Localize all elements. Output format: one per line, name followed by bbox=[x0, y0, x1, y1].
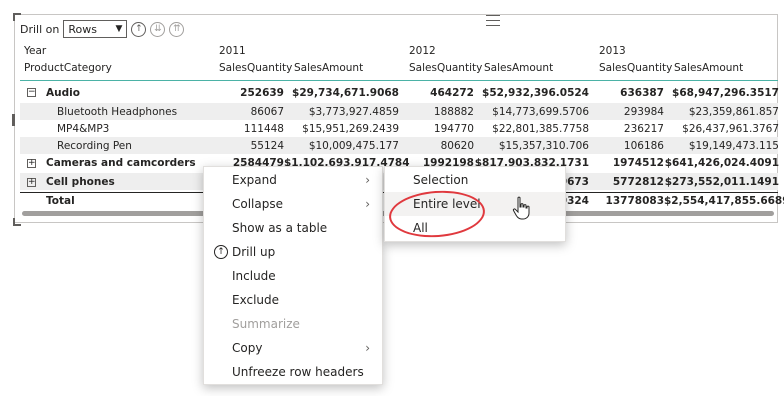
table-cell: 106186 bbox=[623, 140, 664, 152]
table-cell: $14,773,699.5706 bbox=[492, 106, 589, 118]
menu-item-label: Show as a table bbox=[232, 221, 328, 235]
menu-item-exclude[interactable]: Exclude bbox=[204, 288, 382, 312]
column-header-salesquantity[interactable]: SalesQuantity bbox=[219, 61, 292, 75]
table-cell: 252639 bbox=[240, 87, 284, 99]
menu-item-include[interactable]: Include bbox=[204, 264, 382, 288]
menu-item-label: Expand bbox=[232, 173, 277, 187]
table-cell: 188882 bbox=[433, 106, 474, 118]
drill-on-select[interactable]: Rows ▼ bbox=[63, 20, 128, 38]
menu-item-label: Include bbox=[232, 269, 276, 283]
menu-item-unfreeze-row-headers[interactable]: Unfreeze row headers bbox=[204, 360, 382, 384]
table-cell: 194770 bbox=[433, 123, 474, 135]
table-cell: 636387 bbox=[620, 87, 664, 99]
table-cell: 464272 bbox=[430, 87, 474, 99]
chevron-right-icon: › bbox=[365, 341, 370, 355]
table-cell: 236217 bbox=[623, 123, 664, 135]
menu-item-label: Copy bbox=[232, 341, 263, 355]
drill-toolbar: Drill on Rows ▼ ↑ ⇊ ⇈ bbox=[20, 19, 185, 39]
table-cell: $29,734,671.9068 bbox=[292, 87, 399, 99]
collapse-icon[interactable]: − bbox=[27, 88, 36, 97]
resize-handle-left[interactable] bbox=[12, 114, 15, 126]
column-header-salesquantity[interactable]: SalesQuantity bbox=[599, 61, 672, 75]
submenu-item-selection[interactable]: Selection bbox=[385, 168, 565, 192]
row-header-productcategory: ProductCategory bbox=[24, 62, 112, 74]
row-label-bluetooth-headphones[interactable]: Bluetooth Headphones bbox=[57, 105, 177, 119]
menu-item-label: Selection bbox=[413, 173, 469, 187]
chevron-down-icon: ▼ bbox=[115, 24, 123, 34]
drill-up-icon: ↑ bbox=[214, 245, 228, 259]
table-cell: $52,932,396.0524 bbox=[482, 87, 589, 99]
table-cell: $2,554,417,855.6689 bbox=[664, 195, 784, 207]
menu-item-label: Unfreeze row headers bbox=[232, 365, 364, 379]
year-header-2011[interactable]: 2011 bbox=[219, 44, 246, 58]
expand-icon[interactable]: + bbox=[27, 159, 36, 168]
chevron-right-icon: › bbox=[365, 173, 370, 187]
menu-item-collapse[interactable]: Collapse › bbox=[204, 192, 382, 216]
context-menu: Expand › Collapse › Show as a table ↑ Dr… bbox=[203, 166, 383, 385]
table-cell: 13778083 bbox=[605, 195, 664, 207]
table-cell: $23,359,861.857 bbox=[688, 106, 779, 118]
resize-handle-bottom-left[interactable] bbox=[13, 218, 21, 226]
table-cell: $19,149,473.115 bbox=[688, 140, 779, 152]
expand-icon[interactable]: + bbox=[27, 178, 36, 187]
menu-item-copy[interactable]: Copy › bbox=[204, 336, 382, 360]
column-header-year: Year bbox=[24, 45, 47, 57]
table-cell: $10,009,475.177 bbox=[308, 140, 399, 152]
table-cell: 111448 bbox=[243, 123, 284, 135]
row-label-audio[interactable]: Audio bbox=[46, 86, 80, 100]
table-cell: $68,947,296.3517 bbox=[672, 87, 779, 99]
expand-all-icon[interactable]: ⇈ bbox=[169, 21, 185, 37]
table-cell: $26,437,961.3767 bbox=[682, 123, 779, 135]
drill-down-icon[interactable]: ⇊ bbox=[150, 21, 166, 37]
row-label-cameras-and-camcorders[interactable]: Cameras and camcorders bbox=[46, 156, 196, 170]
table-cell: $641,426,024.4091 bbox=[664, 157, 779, 169]
menu-item-label: Exclude bbox=[232, 293, 280, 307]
header-divider bbox=[20, 80, 778, 81]
table-cell: $22,801,385.7758 bbox=[492, 123, 589, 135]
table-cell: 1974512 bbox=[612, 157, 664, 169]
menu-item-expand[interactable]: Expand › bbox=[204, 168, 382, 192]
table-cell: $273,552,011.1491 bbox=[664, 176, 779, 188]
menu-item-label: Summarize bbox=[232, 317, 300, 331]
menu-item-show-as-table[interactable]: Show as a table bbox=[204, 216, 382, 240]
drill-up-icon[interactable]: ↑ bbox=[131, 21, 147, 37]
year-header-2013[interactable]: 2013 bbox=[599, 44, 626, 58]
table-cell: $15,357,310.706 bbox=[498, 140, 589, 152]
table-cell: 5772812 bbox=[612, 176, 664, 188]
menu-item-drill-up[interactable]: ↑ Drill up bbox=[204, 240, 382, 264]
table-cell: 55124 bbox=[250, 140, 284, 152]
column-header-salesquantity[interactable]: SalesQuantity bbox=[409, 61, 482, 75]
table-cell: $3,773,927.4859 bbox=[308, 106, 399, 118]
menu-item-summarize: Summarize bbox=[204, 312, 382, 336]
row-label-mp4-mp3[interactable]: MP4&MP3 bbox=[57, 122, 109, 136]
menu-item-label: Collapse bbox=[232, 197, 283, 211]
menu-item-label: Drill up bbox=[232, 245, 276, 259]
column-header-salesamount[interactable]: SalesAmount bbox=[674, 61, 743, 75]
drill-on-value: Rows bbox=[68, 22, 97, 36]
chevron-right-icon: › bbox=[365, 197, 370, 211]
row-label-cell-phones[interactable]: Cell phones bbox=[46, 175, 115, 189]
drill-on-label: Drill on bbox=[20, 22, 60, 36]
column-header-salesamount[interactable]: SalesAmount bbox=[294, 61, 363, 75]
row-label-recording-pen[interactable]: Recording Pen bbox=[57, 139, 132, 153]
row-label-total: Total bbox=[46, 195, 75, 207]
table-cell: 80620 bbox=[440, 140, 474, 152]
table-cell: 293984 bbox=[623, 106, 664, 118]
table-cell: $15,951,269.2439 bbox=[302, 123, 399, 135]
year-header-2012[interactable]: 2012 bbox=[409, 44, 436, 58]
column-header-salesamount[interactable]: SalesAmount bbox=[484, 61, 553, 75]
hand-cursor-icon bbox=[512, 196, 530, 220]
table-cell: 86067 bbox=[250, 106, 284, 118]
drag-grip-icon[interactable] bbox=[486, 15, 500, 26]
